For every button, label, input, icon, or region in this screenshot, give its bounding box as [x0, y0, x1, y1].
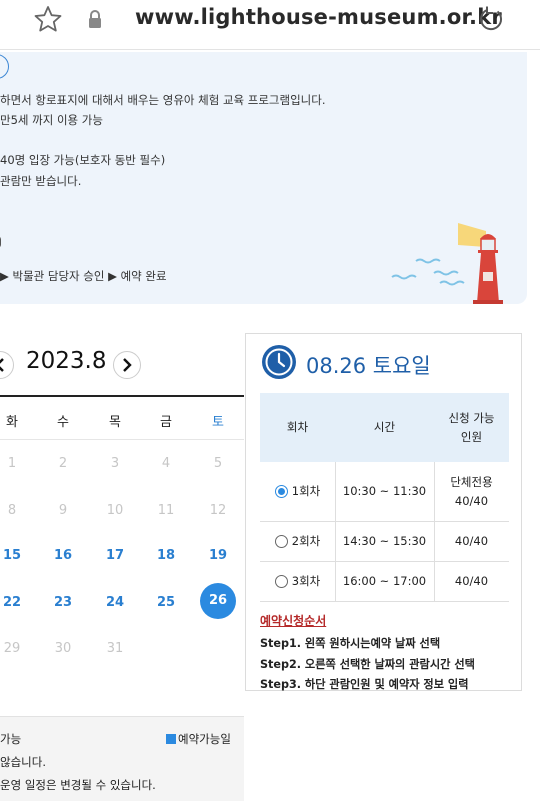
chevron-left-icon [0, 358, 4, 372]
steps-title: 예약신청순서 [260, 614, 327, 628]
legend-note: 않습니다. [0, 755, 46, 769]
calendar-day: 9 [58, 503, 68, 518]
table-row[interactable]: 2회차 14:30 ~ 15:30 40/40 [260, 522, 509, 562]
chevron-right-icon [123, 358, 132, 372]
capacity-cell: 40/40 [454, 534, 489, 548]
weekday-divider [0, 439, 244, 440]
column-header-session: 회차 [286, 420, 309, 434]
selected-date-title: 08.26 토요일 [306, 354, 431, 378]
session-schedule-panel: 08.26 토요일 회차 시간 신청 가능 인원 1회차 10:30 ~ 11:… [245, 333, 522, 691]
step-item: Step2. 오른쪽 선택한 날짜의 관람시간 선택 [260, 657, 475, 671]
session-table-header: 회차 시간 신청 가능 인원 [260, 393, 509, 462]
calendar-header-rule [0, 395, 244, 397]
calendar-day-available[interactable]: 15 [0, 548, 32, 568]
lighthouse-illustration [391, 223, 503, 304]
time-cell: 14:30 ~ 15:30 [342, 534, 427, 548]
calendar-day: 12 [209, 503, 227, 518]
calendar-day: 4 [161, 456, 171, 471]
session-radio[interactable] [274, 535, 288, 548]
calendar-legend: 가능 예약가능일 않습니다. 운영 일정은 변경될 수 있습니다. [0, 716, 244, 801]
calendar-day: 29 [3, 641, 21, 656]
info-step-badge [0, 236, 1, 248]
available-day-swatch [166, 734, 176, 744]
session-label: 2회차 [291, 534, 321, 548]
next-month-button[interactable] [113, 351, 141, 379]
calendar-day-available[interactable]: 22 [0, 595, 32, 615]
calendar-day-available[interactable]: 24 [95, 595, 135, 615]
weekday-wed: 수 [57, 415, 69, 430]
step-item: Step1. 왼쪽 원하시는예약 날짜 선택 [260, 637, 441, 650]
session-label: 1회차 [291, 484, 321, 498]
weekday-fri: 금 [160, 415, 172, 430]
calendar-day: 30 [54, 641, 72, 656]
calendar-day-available[interactable]: 25 [146, 595, 186, 615]
info-description: 하면서 항로표지에 대해서 배우는 영유아 체험 교육 프로그램입니다. [0, 93, 326, 107]
lock-icon [89, 10, 101, 28]
calendar-day: 2 [58, 456, 68, 471]
session-label: 3회차 [291, 574, 321, 588]
calendar-day: 11 [157, 503, 175, 518]
column-header-capacity: 신청 가능 인원 [448, 410, 495, 444]
calendar-day-available[interactable]: 18 [146, 548, 186, 568]
session-cell[interactable]: 3회차 [260, 562, 335, 601]
calendar-day: 8 [7, 503, 17, 518]
weekday-sat: 토 [212, 415, 224, 430]
table-row[interactable]: 3회차 16:00 ~ 17:00 40/40 [260, 562, 509, 602]
calendar-day: 1 [7, 456, 17, 471]
prev-month-button[interactable] [0, 351, 14, 379]
weekday-tue: 화 [6, 415, 18, 430]
bookmark-star-icon[interactable] [33, 4, 63, 34]
reload-icon[interactable] [478, 5, 506, 33]
legend-available-label: 예약가능일 [178, 732, 231, 746]
calendar-day-available[interactable]: 17 [95, 548, 135, 568]
info-age-range: 만5세 까지 이용 가능 [0, 113, 103, 127]
calendar-day: 31 [106, 641, 124, 656]
clock-icon [262, 345, 296, 379]
info-capacity: 40명 입장 가능(보호자 동반 필수) [0, 153, 166, 167]
weekday-thu: 목 [109, 415, 121, 430]
legend-schedule-note: 운영 일정은 변경될 수 있습니다. [0, 778, 156, 792]
session-radio[interactable] [274, 575, 288, 588]
session-cell[interactable]: 1회차 [260, 462, 335, 521]
calendar-day-available[interactable]: 16 [43, 548, 83, 568]
url-text[interactable]: www.lighthouse-museum.or.kr [135, 5, 502, 29]
address-bar: www.lighthouse-museum.or.kr [0, 0, 540, 50]
step-item: Step3. 하단 관람인원 및 예약자 정보 입력 [260, 678, 469, 691]
time-cell: 10:30 ~ 11:30 [342, 484, 427, 498]
calendar-day: 3 [110, 456, 120, 471]
calendar-day-selected[interactable]: 26 [200, 583, 236, 619]
calendar-day-available[interactable]: 19 [198, 548, 238, 568]
program-info-panel: 하면서 항로표지에 대해서 배우는 영유아 체험 교육 프로그램입니다. 만5세… [0, 52, 527, 304]
calendar-day-available[interactable]: 23 [43, 595, 83, 615]
info-badge [0, 54, 9, 79]
capacity-cell: 단체전용 40/40 [450, 474, 493, 508]
info-viewing-note: 관람만 받습니다. [0, 174, 82, 188]
column-header-time: 시간 [373, 420, 396, 434]
reservation-steps: 예약신청순서 Step1. 왼쪽 원하시는예약 날짜 선택 Step2. 오른쪽… [260, 612, 475, 696]
time-cell: 16:00 ~ 17:00 [342, 574, 427, 588]
reservation-process: ▶ 박물관 담당자 승인 ▶ 예약 완료 [0, 269, 167, 283]
legend-label: 가능 [0, 732, 22, 746]
table-row[interactable]: 1회차 10:30 ~ 11:30 단체전용 40/40 [260, 462, 509, 522]
session-radio[interactable] [274, 485, 288, 498]
capacity-cell: 40/40 [454, 574, 489, 588]
calendar-day: 10 [106, 503, 124, 518]
calendar-day: 5 [213, 456, 223, 471]
session-cell[interactable]: 2회차 [260, 522, 335, 561]
calendar-month-title: 2023.8 [26, 348, 107, 374]
